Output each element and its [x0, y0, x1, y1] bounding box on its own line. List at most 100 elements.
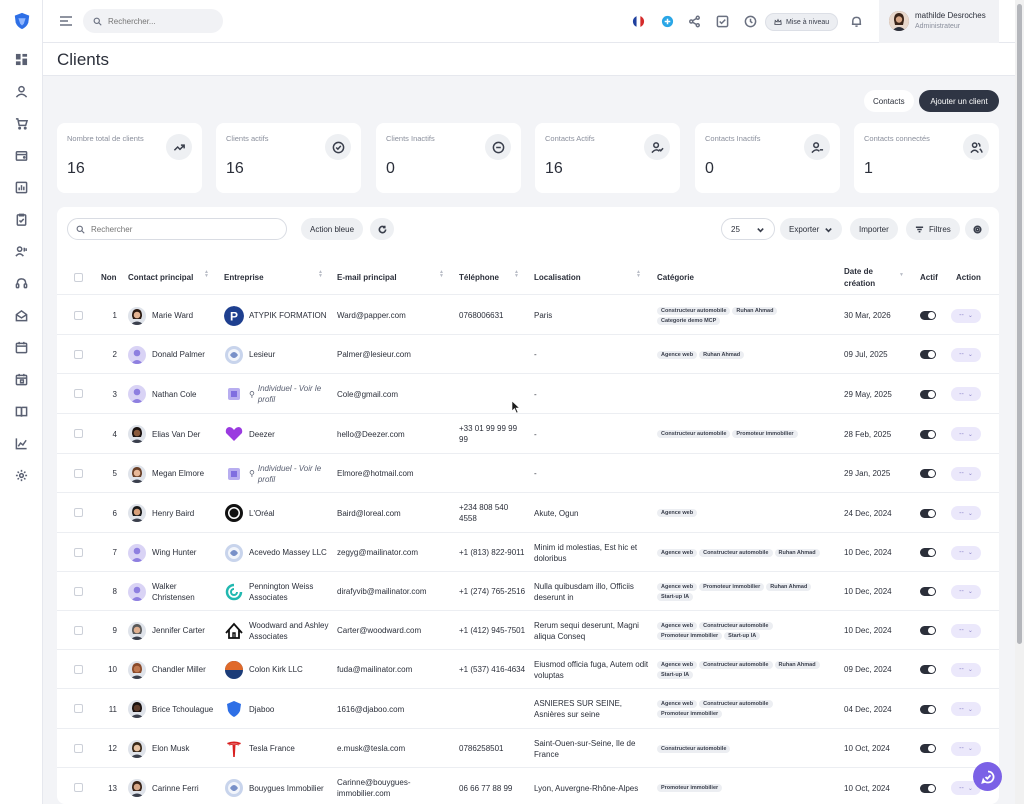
contact-name[interactable]: Jennifer Carter: [152, 611, 214, 650]
upgrade-button[interactable]: Mise à niveau: [765, 13, 839, 31]
col-date[interactable]: Date de création: [844, 260, 889, 295]
row-action-dropdown[interactable]: -- ⌄: [951, 662, 981, 677]
user-icon[interactable]: [14, 84, 28, 98]
table-search-input[interactable]: [91, 224, 271, 234]
row-action-dropdown[interactable]: -- ⌄: [951, 387, 981, 401]
company-name[interactable]: ATYPIK FORMATION: [249, 296, 329, 335]
menu-toggle-icon[interactable]: [59, 14, 73, 28]
contact-name[interactable]: Walker Christensen: [152, 572, 214, 611]
sort-icon[interactable]: ▲ ▼: [514, 270, 520, 279]
row-checkbox[interactable]: [74, 704, 83, 713]
email[interactable]: Ward@papper.com: [337, 296, 452, 335]
settings-gear-icon[interactable]: [14, 468, 28, 482]
action-bleue-button[interactable]: Action bleue: [301, 218, 364, 240]
row-checkbox[interactable]: [74, 349, 83, 359]
page-scrollbar[interactable]: [1015, 0, 1024, 804]
user-profile-menu[interactable]: mathilde Desroches Administrateur: [879, 0, 999, 43]
col-active[interactable]: Actif: [920, 260, 938, 295]
col-action[interactable]: Action: [956, 260, 981, 295]
contact-name[interactable]: Megan Elmore: [152, 454, 214, 493]
company-name[interactable]: Bouygues Immobilier: [249, 768, 329, 804]
row-action-dropdown[interactable]: -- ⌄: [951, 347, 981, 362]
col-company[interactable]: Entreprise: [224, 260, 264, 295]
table-row[interactable]: 3 Nathan Cole ⚲ Individuel - Voir le prof…: [57, 374, 999, 414]
row-checkbox[interactable]: [74, 586, 83, 596]
contact-name[interactable]: Elon Musk: [152, 729, 214, 768]
active-toggle[interactable]: [920, 429, 936, 439]
company-name[interactable]: Deezer: [249, 414, 329, 454]
table-row[interactable]: 4 Elias Van Der Deezer hello@Deezer.com …: [57, 414, 999, 454]
email[interactable]: Carter@woodward.com: [337, 611, 452, 650]
col-contact[interactable]: Contact principal: [128, 260, 193, 295]
col-location[interactable]: Localisation: [534, 260, 581, 295]
headset-icon[interactable]: [14, 276, 28, 290]
active-toggle[interactable]: [920, 704, 936, 714]
clock-icon[interactable]: [743, 14, 757, 28]
row-checkbox[interactable]: [74, 389, 83, 398]
active-toggle[interactable]: [920, 350, 936, 359]
table-row[interactable]: 2 Donald Palmer Lesieur Palmer@lesieur.c…: [57, 335, 999, 374]
active-toggle[interactable]: [920, 587, 936, 596]
row-action-dropdown[interactable]: -- ⌄: [951, 584, 981, 599]
french-flag-icon[interactable]: [631, 14, 645, 28]
col-email[interactable]: E-mail principal: [337, 260, 397, 295]
reports-icon[interactable]: [14, 180, 28, 194]
contact-name[interactable]: Carinne Ferri: [152, 768, 214, 804]
mail-open-icon[interactable]: [14, 308, 28, 322]
dashboard-icon[interactable]: [14, 52, 28, 66]
book-icon[interactable]: [14, 404, 28, 418]
clipboard-check-icon[interactable]: [14, 212, 28, 226]
table-row[interactable]: 7 Wing Hunter Acevedo Massey LLC zegyg@m…: [57, 533, 999, 572]
company-name[interactable]: ⚲ Individuel - Voir le profil: [249, 374, 329, 414]
row-checkbox[interactable]: [74, 783, 83, 792]
active-toggle[interactable]: [920, 311, 936, 320]
row-checkbox[interactable]: [74, 429, 83, 438]
calendar-icon[interactable]: [14, 340, 28, 354]
contact-name[interactable]: Brice Tchoulague: [152, 689, 214, 729]
row-action-dropdown[interactable]: -- ⌄: [951, 623, 981, 638]
row-action-dropdown[interactable]: -- ⌄: [951, 506, 981, 520]
email[interactable]: e.musk@tesla.com: [337, 729, 452, 768]
contact-name[interactable]: Donald Palmer: [152, 335, 214, 374]
table-search[interactable]: [67, 218, 287, 240]
email[interactable]: Elmore@hotmail.com: [337, 454, 452, 493]
team-icon[interactable]: [14, 244, 28, 258]
global-search-input[interactable]: [108, 16, 208, 26]
row-action-dropdown[interactable]: -- ⌄: [951, 545, 981, 560]
contact-name[interactable]: Marie Ward: [152, 296, 214, 335]
scrollbar-thumb[interactable]: [1017, 4, 1022, 644]
sort-icon[interactable]: ▲ ▼: [318, 270, 324, 279]
company-name[interactable]: Pennington Weiss Associates: [249, 572, 329, 611]
add-circle-icon[interactable]: [660, 14, 674, 28]
contact-name[interactable]: Wing Hunter: [152, 533, 214, 572]
contact-name[interactable]: Henry Baird: [152, 493, 214, 533]
column-settings-button[interactable]: [965, 218, 989, 240]
email[interactable]: hello@Deezer.com: [337, 414, 452, 454]
col-category[interactable]: Catégorie: [657, 260, 694, 295]
analytics-icon[interactable]: [14, 436, 28, 450]
row-checkbox[interactable]: [74, 547, 83, 557]
table-row[interactable]: 6 Henry Baird L'Oréal Baird@loreal.com +…: [57, 493, 999, 533]
active-toggle[interactable]: [920, 744, 936, 753]
global-search[interactable]: [83, 9, 223, 33]
row-checkbox[interactable]: [74, 743, 83, 753]
export-button[interactable]: Exporter: [780, 218, 843, 240]
share-icon[interactable]: [687, 14, 701, 28]
table-row[interactable]: 1 Marie Ward P ATYPIK FORMATION Ward@pap…: [57, 296, 999, 335]
table-row[interactable]: 10 Chandler Miller Colon Kirk LLC fuda@m…: [57, 650, 999, 689]
active-toggle[interactable]: [920, 626, 936, 635]
col-num[interactable]: Non: [101, 260, 117, 295]
cart-icon[interactable]: [14, 116, 28, 130]
sort-icon[interactable]: ▲ ▼: [636, 270, 642, 279]
company-name[interactable]: L'Oréal: [249, 493, 329, 533]
email[interactable]: zegyg@mailinator.com: [337, 533, 452, 572]
calendar-event-icon[interactable]: [14, 372, 28, 386]
row-action-dropdown[interactable]: -- ⌄: [951, 427, 981, 441]
row-checkbox[interactable]: [74, 664, 83, 674]
contact-name[interactable]: Nathan Cole: [152, 374, 214, 414]
email[interactable]: Baird@loreal.com: [337, 493, 452, 533]
notification-bell-icon[interactable]: [849, 14, 863, 28]
active-toggle[interactable]: [920, 508, 936, 518]
select-all-checkbox[interactable]: [74, 273, 83, 282]
row-checkbox[interactable]: [74, 625, 83, 635]
